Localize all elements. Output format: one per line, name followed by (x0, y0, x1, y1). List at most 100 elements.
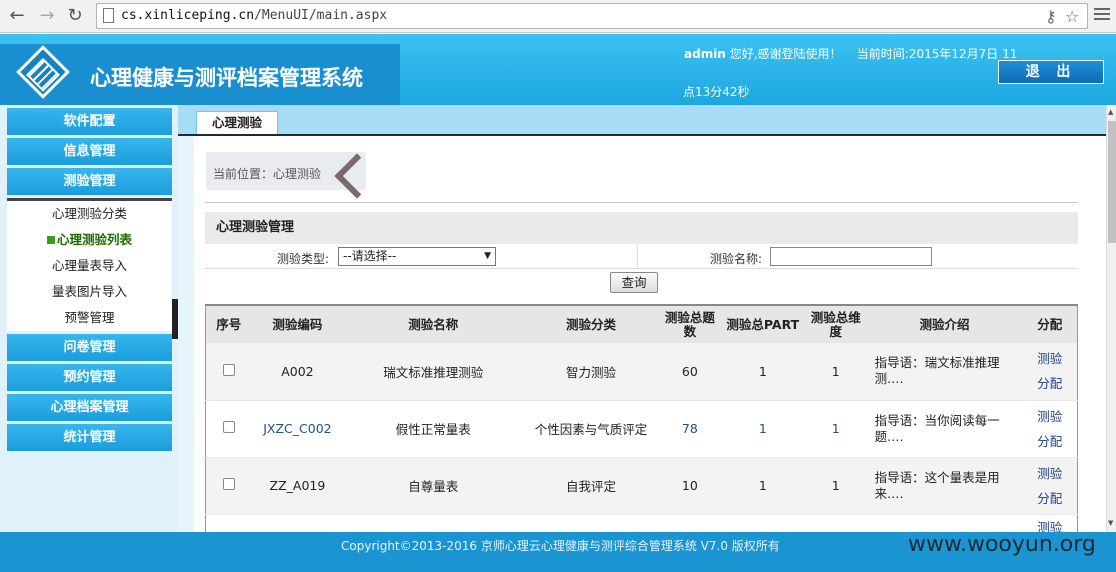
submenu-item-test-list[interactable]: 心理测验列表 (7, 227, 172, 253)
current-time-tail: 点13分42秒 (683, 85, 750, 99)
assign-link[interactable]: 测验分配 (1032, 346, 1068, 396)
test-type-select[interactable]: --请选择-- ▼ (338, 247, 496, 266)
copyright-text: Copyright©2013-2016 京师心理云心理健康与测评综合管理系统 V… (341, 539, 780, 553)
col-header-intro: 测验介绍 (866, 304, 1023, 343)
cell-assign: 测验分配 (1022, 343, 1078, 401)
url-text: cs.xinliceping.cn/MenuUI/main.aspx (121, 8, 388, 23)
watermark: www.wooyun.org (908, 532, 1096, 557)
current-time: 当前时间:2015年12月7日 11 (856, 47, 1018, 61)
row-checkbox[interactable] (222, 421, 235, 433)
sidebar-item-info-management[interactable]: 信息管理 (7, 138, 172, 165)
assign-link[interactable]: 测验分配 (1032, 461, 1068, 511)
scroll-up-icon[interactable]: ▲ (1108, 108, 1113, 116)
cell-assign: 测验分配 (1022, 457, 1078, 515)
address-bar[interactable]: cs.xinliceping.cn/MenuUI/main.aspx ⚷ ☆ (96, 3, 1088, 29)
cell-code: ZZ_A019 (251, 457, 344, 515)
query-row: 查询 (205, 269, 1078, 297)
assign-link[interactable]: 测验分 (1032, 515, 1068, 533)
cell-dims: 1 (804, 400, 867, 458)
sidebar-item-test-management[interactable]: 测验管理 (7, 168, 172, 195)
browser-toolbar: ← → ↻ cs.xinliceping.cn/MenuUI/main.aspx… (0, 0, 1116, 33)
assign-link[interactable]: 测验分配 (1032, 404, 1068, 454)
cell-category: 个性因素与气质评定 (523, 400, 659, 458)
breadcrumb-text: 当前位置：心理测验 (213, 167, 322, 181)
table-row: 测验分 (205, 514, 1078, 533)
logout-button[interactable]: 退 出 (998, 60, 1104, 84)
test-type-value: --请选择-- (343, 249, 397, 263)
submenu-item-label: 心理测验列表 (56, 232, 132, 247)
cell-questions: 10 (658, 457, 721, 515)
back-icon[interactable]: ← (6, 5, 28, 27)
footer: Copyright©2013-2016 京师心理云心理健康与测评综合管理系统 V… (0, 532, 1116, 572)
cell-parts: 1 (720, 343, 805, 401)
cell-intro: 指导语：当你阅读每一 题.… (866, 400, 1023, 458)
sidebar-item-questionnaire[interactable]: 问卷管理 (7, 334, 172, 361)
test-table: 序号 测验编码 测验名称 测验分类 测验总题数 测验总PART 测验总维度 测验… (205, 304, 1078, 532)
col-header-question-count: 测验总题数 (658, 304, 721, 343)
col-header-index: 序号 (205, 304, 252, 343)
test-name-input[interactable] (770, 247, 932, 266)
scrollbar-thumb[interactable] (1108, 121, 1116, 243)
scroll-down-icon[interactable]: ▼ (1108, 519, 1113, 527)
query-button[interactable]: 查询 (610, 272, 658, 293)
submenu-item-image-import[interactable]: 量表图片导入 (7, 279, 172, 305)
welcome-text: admin 您好,感谢登陆使用！ 当前时间:2015年12月7日 11 (684, 45, 1017, 62)
partial-row-cell (205, 514, 1023, 532)
page-icon (103, 8, 114, 23)
username: admin (684, 47, 726, 61)
row-checkbox-cell (205, 400, 252, 458)
sidebar-item-appointment[interactable]: 预约管理 (7, 364, 172, 391)
submenu-item-alert-management[interactable]: 预警管理 (7, 305, 172, 331)
logo-icon (16, 45, 70, 99)
sidebar-item-statistics[interactable]: 统计管理 (7, 424, 172, 451)
cell-intro: 指导语：瑞文标准推理 测.… (866, 343, 1023, 401)
row-checkbox[interactable] (222, 363, 235, 376)
submenu-item-scale-import[interactable]: 心理量表导入 (7, 253, 172, 279)
table-header-row: 序号 测验编码 测验名称 测验分类 测验总题数 测验总PART 测验总维度 测验… (205, 304, 1078, 343)
sidebar: 软件配置 信息管理 测验管理 心理测验分类 心理测验列表 心理量表导入 量表图片… (0, 105, 178, 532)
test-name-label: 测验名称: (710, 252, 763, 266)
col-header-name: 测验名称 (343, 304, 524, 343)
cell-parts: 1 (720, 457, 805, 515)
cell-category: 自我评定 (523, 457, 659, 515)
tab-psych-test[interactable]: 心理测验 (196, 111, 278, 134)
cell-name: 自尊量表 (343, 457, 524, 515)
table-row: JXZC_C002 假性正常量表 个性因素与气质评定 78 1 1 指导语：当你… (205, 400, 1078, 458)
row-checkbox-cell (205, 343, 252, 401)
cell-category: 智力测验 (523, 343, 659, 401)
logo-area: 心理健康与测评档案管理系统 (0, 44, 400, 105)
vertical-scrollbar[interactable]: ▲ ▼ (1106, 105, 1116, 532)
row-checkbox[interactable] (222, 478, 235, 490)
column-separator (637, 244, 638, 269)
sidebar-item-archive[interactable]: 心理档案管理 (7, 394, 172, 421)
app-title: 心理健康与测评档案管理系统 (90, 66, 363, 90)
col-header-part-count: 测验总PART (720, 304, 805, 343)
panel-title: 心理测验管理 (205, 212, 1078, 244)
cell-assign: 测验分配 (1022, 400, 1078, 458)
cell-name: 瑞文标准推理测验 (343, 343, 524, 401)
table-row: A002 瑞文标准推理测验 智力测验 60 1 1 指导语：瑞文标准推理 测.… … (205, 343, 1078, 401)
forward-icon[interactable]: → (36, 5, 58, 27)
welcome-message: 您好,感谢登陆使用！ (729, 47, 842, 61)
col-header-category: 测验分类 (523, 304, 659, 343)
hamburger-menu-icon[interactable] (1094, 8, 1110, 23)
col-header-assign: 分配 (1022, 304, 1078, 343)
reload-icon[interactable]: ↻ (64, 5, 86, 27)
submenu-item-test-category[interactable]: 心理测验分类 (7, 201, 172, 227)
table-row: ZZ_A019 自尊量表 自我评定 10 1 1 指导语：这个量表是用 来.… 测… (205, 457, 1078, 515)
dropdown-arrow-icon: ▼ (484, 251, 491, 261)
cell-code: JXZC_C002 (251, 400, 344, 458)
key-icon[interactable]: ⚷ (1045, 7, 1057, 26)
sidebar-item-software-config[interactable]: 软件配置 (7, 108, 172, 135)
active-bullet-icon (46, 236, 55, 244)
divider (205, 202, 1078, 203)
col-header-code: 测验编码 (251, 304, 344, 343)
cell-dims: 1 (804, 343, 867, 401)
test-type-label: 测验类型: (277, 252, 330, 266)
bookmark-star-icon[interactable]: ☆ (1065, 7, 1079, 26)
content-left-shade (178, 136, 194, 532)
row-checkbox-cell (205, 457, 252, 515)
cell-name: 假性正常量表 (343, 400, 524, 458)
col-header-dimension-count: 测验总维度 (804, 304, 867, 343)
sidebar-submenu: 心理测验分类 心理测验列表 心理量表导入 量表图片导入 预警管理 (7, 198, 172, 331)
